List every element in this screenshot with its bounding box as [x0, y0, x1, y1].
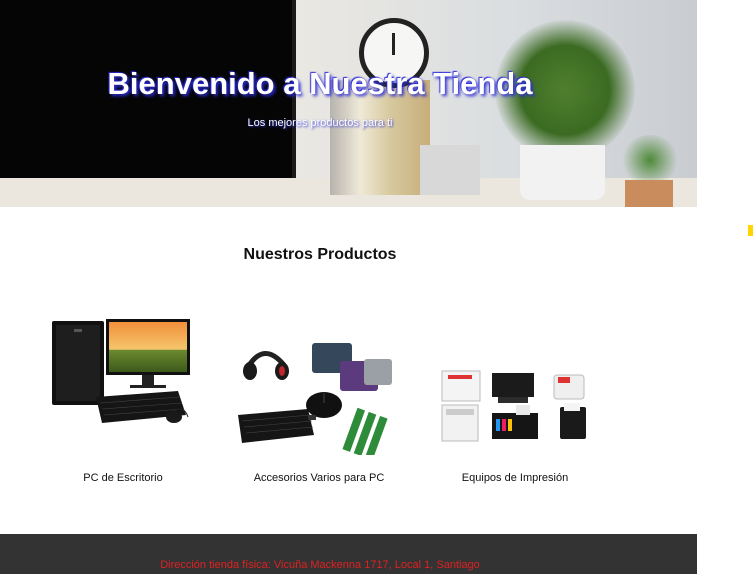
pc-accessories-image [224, 305, 414, 461]
products-heading: Nuestros Productos [243, 246, 397, 263]
store-address: Dirección tienda física: Vicuña Mackenna… [160, 559, 480, 571]
small-plant-image [620, 135, 680, 185]
hero-banner: Bienvenido a Nuestra Tienda Los mejores … [0, 0, 697, 207]
printers-image [420, 305, 610, 455]
product-label[interactable]: Accesorios Varios para PC [224, 472, 414, 484]
product-card-accessories[interactable]: Accesorios Varios para PC [224, 305, 414, 495]
small-pot-image [625, 180, 673, 207]
pencil-cup-image [420, 145, 480, 195]
desktop-pc-image [28, 305, 218, 455]
product-card-printers[interactable]: Equipos de Impresión [420, 305, 610, 495]
product-label[interactable]: PC de Escritorio [28, 472, 218, 484]
product-card-desktop[interactable]: PC de Escritorio [28, 305, 218, 495]
product-label[interactable]: Equipos de Impresión [420, 472, 610, 484]
hero-title: Bienvenido a Nuestra Tienda [107, 66, 533, 101]
hero-subtitle: Los mejores productos para ti [247, 117, 393, 129]
footer: Dirección tienda física: Vicuña Mackenna… [0, 534, 697, 574]
plant-pot-image [520, 145, 605, 200]
scroll-indicator [748, 225, 753, 236]
